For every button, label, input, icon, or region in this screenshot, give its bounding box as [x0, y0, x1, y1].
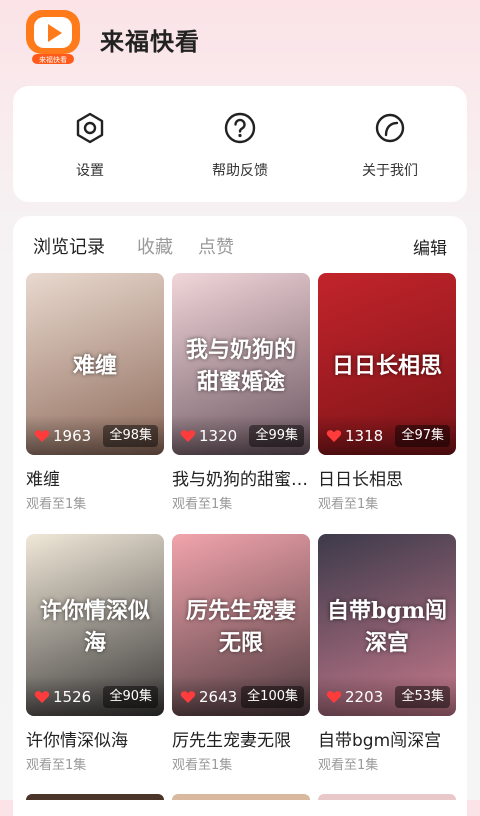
like-count: 1320 [180, 427, 237, 445]
like-count: 1526 [34, 688, 91, 706]
drama-title: 日日长相思 [318, 470, 403, 490]
drama-card[interactable]: 许你情深似海 1526 全90集 许你情深似海 观看至1集 [26, 534, 164, 784]
heart-icon [34, 430, 50, 442]
drama-poster: 许你情深似海 1526 全90集 [26, 534, 164, 716]
like-count-value: 2203 [345, 688, 384, 706]
logo-wordmark: 来福快看 [39, 55, 67, 64]
heart-icon [34, 691, 50, 703]
episode-badge: 全90集 [103, 686, 158, 708]
episode-badge: 全100集 [241, 686, 304, 708]
watch-progress: 观看至1集 [172, 497, 233, 512]
like-count-value: 1320 [199, 427, 238, 445]
like-count-value: 1318 [345, 427, 384, 445]
heart-icon [326, 430, 342, 442]
like-count: 2643 [180, 688, 237, 706]
about-us-button[interactable]: 关于我们 [315, 86, 465, 202]
next-row-poster [172, 794, 310, 800]
settings-label: 设置 [76, 163, 104, 179]
watch-progress: 观看至1集 [318, 758, 379, 773]
app-logo-icon: 来福快看 [26, 10, 80, 64]
about-us-label: 关于我们 [362, 163, 418, 179]
watch-progress: 观看至1集 [318, 497, 379, 512]
drama-card[interactable]: 难缠 1963 全98集 难缠 观看至1集 [26, 273, 164, 523]
drama-poster: 自带bgm闯深宫 2203 全53集 [318, 534, 456, 716]
drama-poster: 我与奶狗的甜蜜婚途 1320 全99集 [172, 273, 310, 455]
episode-badge: 全53集 [395, 686, 450, 708]
drama-card[interactable]: 厉先生宠妻无限 2643 全100集厉先生宠妻无限观看至1集 [172, 534, 310, 784]
help-feedback-label: 帮助反馈 [212, 163, 268, 179]
like-count-value: 2643 [199, 688, 238, 706]
drama-poster: 难缠 1963 全98集 [26, 273, 164, 455]
gear-icon [76, 112, 104, 144]
drama-card[interactable]: 自带bgm闯深宫 2203 全53集 自带bgm闯深宫 观看至1集 [318, 534, 456, 784]
drama-poster: 日日长相思 1318 全97集 [318, 273, 456, 455]
settings-button[interactable]: 设置 [15, 86, 165, 202]
like-count-value: 1526 [53, 688, 92, 706]
watch-progress: 观看至1集 [26, 758, 87, 773]
watch-progress: 观看至1集 [172, 758, 233, 773]
episode-badge: 全99集 [249, 425, 304, 447]
next-row-poster [318, 794, 456, 800]
watch-progress: 观看至1集 [26, 497, 87, 512]
drama-card[interactable]: 日日长相思 1318 全97集 日日长相思 观看至1集 [318, 273, 456, 523]
like-count: 1963 [34, 427, 91, 445]
heart-icon [326, 691, 342, 703]
leaf-icon [375, 113, 405, 143]
episode-badge: 全98集 [103, 425, 158, 447]
drama-title: 难缠 [26, 470, 60, 490]
help-icon [224, 112, 256, 144]
episode-badge: 全97集 [395, 425, 450, 447]
drama-poster: 厉先生宠妻无限 2643 全100集 [172, 534, 310, 716]
help-feedback-button[interactable]: 帮助反馈 [165, 86, 315, 202]
like-count-value: 1963 [53, 427, 92, 445]
like-count: 1318 [326, 427, 383, 445]
app-title: 来福快看 [100, 28, 200, 56]
menu-card: 设置 帮助反馈 关于我们 [13, 86, 467, 202]
heart-icon [180, 430, 196, 442]
heart-icon [180, 691, 196, 703]
drama-title: 自带bgm闯深宫 [318, 731, 442, 751]
tab-favorites[interactable]: 收藏 [137, 233, 173, 259]
tab-likes[interactable]: 点赞 [198, 233, 234, 259]
next-row-poster [26, 794, 164, 800]
app-header: 来福快看 来福快看 [0, 0, 480, 80]
drama-title: 我与奶狗的甜蜜婚途 [172, 470, 310, 490]
like-count: 2203 [326, 688, 383, 706]
drama-title: 许你情深似海 [26, 731, 128, 751]
drama-title: 厉先生宠妻无限 [172, 731, 291, 751]
tab-history[interactable]: 浏览记录 [33, 233, 105, 259]
edit-button[interactable]: 编辑 [413, 234, 447, 259]
drama-card[interactable]: 我与奶狗的甜蜜婚途 1320 全99集 我与奶狗的甜蜜婚途 观看至1集 [172, 273, 310, 523]
